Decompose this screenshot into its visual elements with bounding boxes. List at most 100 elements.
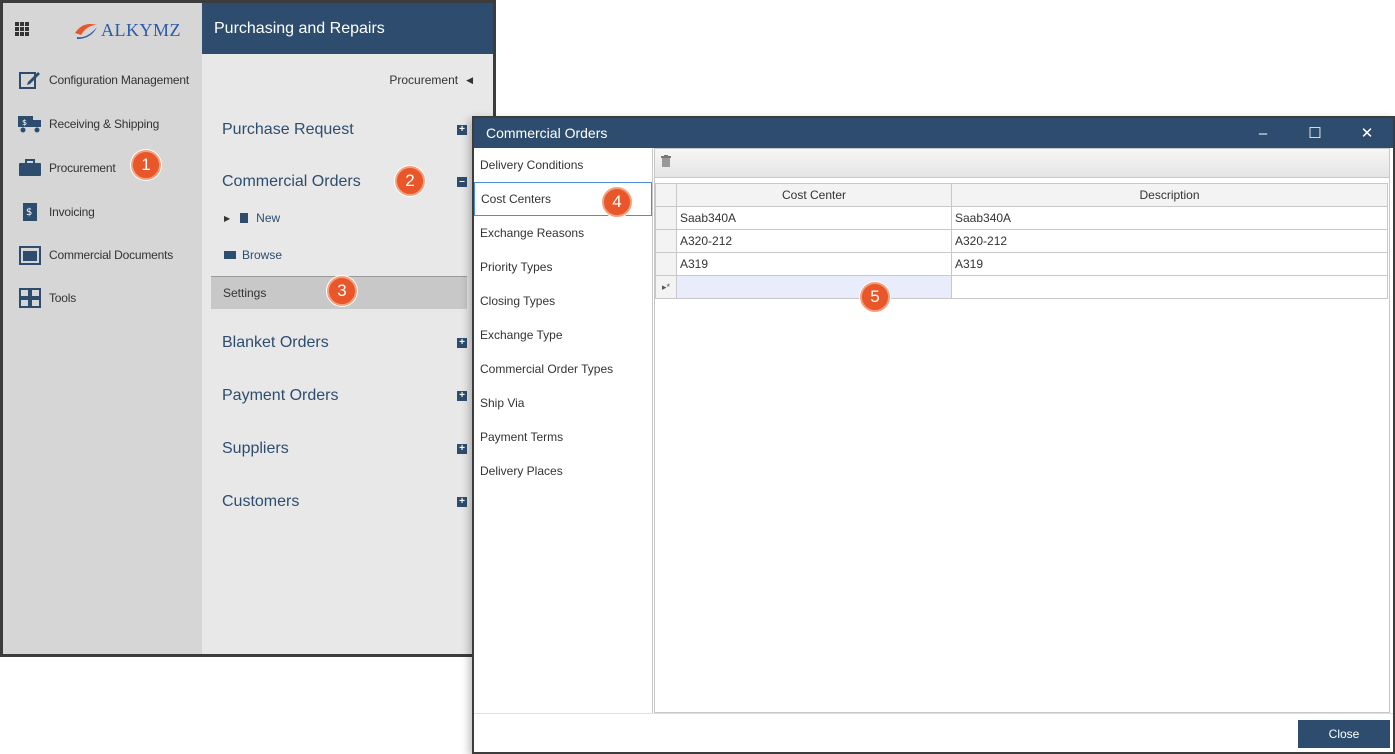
grid-toolbar xyxy=(655,149,1389,178)
section-label: Purchase Request xyxy=(222,121,354,138)
cost-centers-grid-area: Cost Center Description Saab340A Saab340… xyxy=(654,148,1390,713)
maximize-icon[interactable]: ☐ xyxy=(1289,118,1341,148)
left-header: ALKYMZ xyxy=(3,3,202,54)
table-row[interactable]: A320-212 A320-212 xyxy=(655,229,1388,253)
step-badge: 5 xyxy=(860,282,890,312)
expand-plus-icon[interactable]: + xyxy=(457,391,467,401)
menu-item-label: Browse xyxy=(242,248,283,262)
section-payment-orders[interactable]: Payment Orders + xyxy=(222,387,467,405)
alkymz-logo: ALKYMZ xyxy=(73,17,181,43)
category-commercial-order-types[interactable]: Commercial Order Types xyxy=(474,352,652,386)
procurement-panel: Purchasing and Repairs Procurement ◀ Pur… xyxy=(202,3,493,654)
row-indicator[interactable] xyxy=(655,206,677,230)
expand-arrow-icon: ▶ xyxy=(224,213,231,223)
step-badge: 3 xyxy=(327,276,357,306)
nav-item-invoicing[interactable]: $ Invoicing xyxy=(3,197,202,227)
row-indicator[interactable] xyxy=(655,252,677,276)
row-indicator-header xyxy=(655,183,677,207)
section-blanket-orders[interactable]: Blanket Orders + xyxy=(222,334,467,352)
settings-category-list: Delivery Conditions Cost Centers Exchang… xyxy=(474,148,653,713)
category-closing-types[interactable]: Closing Types xyxy=(474,284,652,318)
menu-item-new[interactable]: ▶ New xyxy=(224,211,280,225)
category-priority-types[interactable]: Priority Types xyxy=(474,250,652,284)
category-exchange-reasons[interactable]: Exchange Reasons xyxy=(474,216,652,250)
invoice-icon: $ xyxy=(17,202,43,222)
breadcrumb[interactable]: Procurement ◀ xyxy=(389,73,473,87)
nav-label: Configuration Management xyxy=(49,73,189,87)
step-badge: 2 xyxy=(395,166,425,196)
nav-label: Receiving & Shipping xyxy=(49,117,160,131)
app-launcher-icon[interactable] xyxy=(15,22,29,36)
breadcrumb-label: Procurement xyxy=(389,73,459,87)
tools-grid-icon xyxy=(17,288,43,308)
step-badge: 4 xyxy=(602,187,632,217)
cell-cost-center[interactable]: A320-212 xyxy=(676,229,952,253)
main-window: ALKYMZ Configuration Management $ Receiv… xyxy=(0,0,496,657)
expand-plus-icon[interactable]: + xyxy=(457,338,467,348)
document-folder-icon xyxy=(17,245,43,265)
menu-item-label: Settings xyxy=(223,286,267,300)
cell-description[interactable]: A320-212 xyxy=(951,229,1388,253)
step-badge: 1 xyxy=(131,150,161,180)
section-suppliers[interactable]: Suppliers + xyxy=(222,440,467,458)
window-controls: – ☐ ✕ xyxy=(1237,118,1393,148)
truck-icon: $ xyxy=(17,114,43,134)
svg-text:$: $ xyxy=(22,118,27,127)
expand-plus-icon[interactable]: + xyxy=(457,444,467,454)
expand-plus-icon[interactable]: + xyxy=(457,125,467,135)
table-row[interactable]: A319 A319 xyxy=(655,252,1388,276)
dialog-title: Commercial Orders xyxy=(486,125,608,141)
menu-item-browse[interactable]: Browse xyxy=(224,248,282,262)
nav-label: Invoicing xyxy=(49,205,95,219)
column-header-description[interactable]: Description xyxy=(951,183,1388,207)
logo-text: ALKYMZ xyxy=(101,19,181,40)
folder-icon xyxy=(224,251,236,259)
section-label: Payment Orders xyxy=(222,387,339,404)
category-delivery-places[interactable]: Delivery Places xyxy=(474,454,652,488)
nav-label: Commercial Documents xyxy=(49,248,174,262)
logo-mark-icon xyxy=(75,24,97,39)
category-exchange-type[interactable]: Exchange Type xyxy=(474,318,652,352)
dialog-footer: Close xyxy=(474,713,1393,752)
new-document-icon xyxy=(240,213,249,223)
nav-item-procurement[interactable]: Procurement xyxy=(3,153,202,183)
expand-plus-icon[interactable]: + xyxy=(457,497,467,507)
category-payment-terms[interactable]: Payment Terms xyxy=(474,420,652,454)
cell-description[interactable]: A319 xyxy=(951,252,1388,276)
table-row[interactable]: Saab340A Saab340A xyxy=(655,206,1388,230)
category-ship-via[interactable]: Ship Via xyxy=(474,386,652,420)
minimize-icon[interactable]: – xyxy=(1237,118,1289,148)
section-label: Blanket Orders xyxy=(222,334,329,351)
section-label: Commercial Orders xyxy=(222,173,361,190)
section-label: Customers xyxy=(222,493,300,510)
collapse-minus-icon[interactable]: – xyxy=(457,177,467,187)
section-purchase-request[interactable]: Purchase Request + xyxy=(222,121,467,139)
section-customers[interactable]: Customers + xyxy=(222,493,467,511)
new-row-marker[interactable]: ▸* xyxy=(655,275,677,299)
new-row[interactable]: ▸* xyxy=(655,275,1388,299)
edit-document-icon xyxy=(17,70,43,90)
nav-item-receiving-shipping[interactable]: $ Receiving & Shipping xyxy=(3,109,202,139)
cell-description[interactable]: Saab340A xyxy=(951,206,1388,230)
dialog-titlebar: Commercial Orders – ☐ ✕ xyxy=(474,118,1393,148)
menu-item-label: New xyxy=(256,211,281,225)
nav-label: Procurement xyxy=(49,161,116,175)
svg-text:$: $ xyxy=(26,207,32,218)
left-navigation: ALKYMZ Configuration Management $ Receiv… xyxy=(3,3,203,654)
section-commercial-orders[interactable]: Commercial Orders – xyxy=(222,173,467,191)
new-cost-center-input[interactable] xyxy=(676,275,952,299)
close-button[interactable]: Close xyxy=(1298,720,1390,748)
close-icon[interactable]: ✕ xyxy=(1341,118,1393,148)
nav-item-configuration-management[interactable]: Configuration Management xyxy=(3,65,202,95)
nav-item-tools[interactable]: Tools xyxy=(3,283,202,313)
category-delivery-conditions[interactable]: Delivery Conditions xyxy=(474,148,652,182)
row-indicator[interactable] xyxy=(655,229,677,253)
cell-cost-center[interactable]: Saab340A xyxy=(676,206,952,230)
nav-label: Tools xyxy=(49,291,77,305)
cell-cost-center[interactable]: A319 xyxy=(676,252,952,276)
nav-item-commercial-documents[interactable]: Commercial Documents xyxy=(3,240,202,270)
column-header-cost-center[interactable]: Cost Center xyxy=(676,183,952,207)
new-description-input[interactable] xyxy=(951,275,1388,299)
section-label: Suppliers xyxy=(222,440,289,457)
trash-icon[interactable] xyxy=(661,155,671,170)
